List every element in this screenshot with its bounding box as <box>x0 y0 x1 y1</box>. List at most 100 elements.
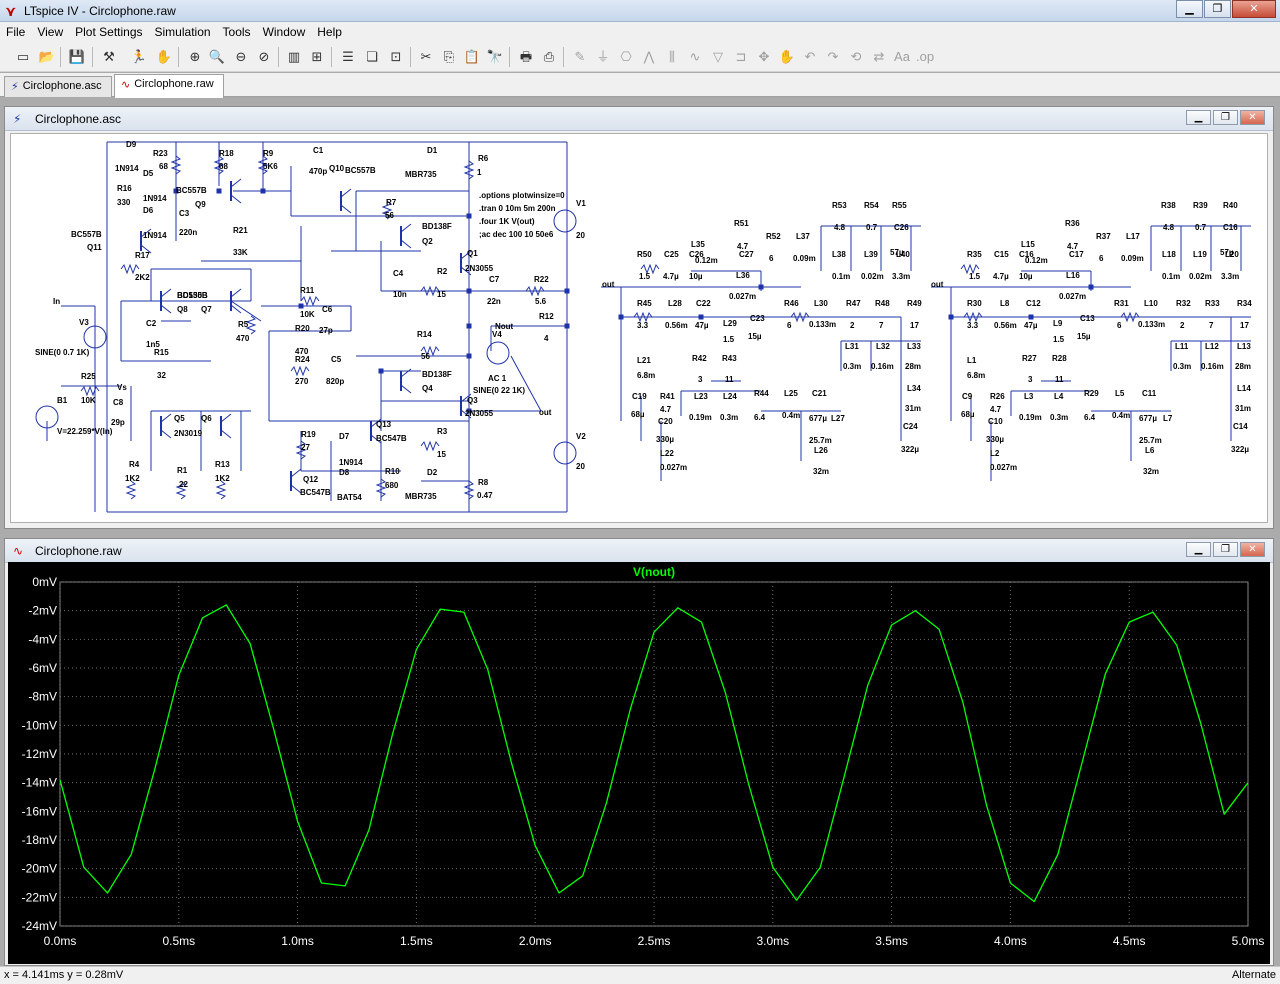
tab-circlophone-asc[interactable]: ⚡ Circlophone.asc <box>4 76 112 97</box>
component-label: C20 <box>658 417 673 426</box>
redo-icon[interactable]: ↷ <box>824 48 842 66</box>
component-label: 1.5 <box>1053 335 1065 344</box>
copy-icon[interactable]: ⎘ <box>440 48 458 66</box>
ground-icon[interactable]: ⏚ <box>594 48 612 66</box>
save-icon[interactable]: 💾 <box>68 48 86 66</box>
component-label: C17 <box>1069 250 1084 259</box>
component-label: R1 <box>177 466 188 475</box>
plot-restore-button[interactable]: ❐ <box>1213 542 1238 557</box>
component-label: C16 <box>1223 223 1238 232</box>
zoom-out-icon[interactable]: ⊖ <box>232 48 250 66</box>
print-preview-icon[interactable]: 🖶 <box>517 48 535 66</box>
component-label: L34 <box>907 384 921 393</box>
schematic-canvas[interactable]: D9 R23 68 R18 68 R9 5K6 C1 470p Q10 BC557B D1 MBR735… <box>10 133 1268 523</box>
resistor-icon[interactable]: ⋀ <box>640 48 658 66</box>
component-label: C12 <box>1026 299 1041 308</box>
junction-dot <box>378 368 384 374</box>
component-label: BC557B <box>71 230 102 239</box>
component-label: R33 <box>1205 299 1220 308</box>
component-label: R10 <box>385 467 400 476</box>
cascade-icon[interactable]: ❏ <box>363 48 381 66</box>
spice-directive: ;ac dec 100 10 50e6 <box>479 230 554 239</box>
maximize-button[interactable]: ❐ <box>1204 0 1231 18</box>
menu-plot-settings[interactable]: Plot Settings <box>69 22 148 42</box>
zoom-cancel-icon[interactable]: ⊘ <box>255 48 273 66</box>
close-button[interactable]: ✕ <box>1232 0 1276 18</box>
component-label: C4 <box>393 269 404 278</box>
component-label: C22 <box>696 299 711 308</box>
x-tick-label: 4.5ms <box>1113 934 1146 948</box>
find-icon[interactable]: 🔭 <box>486 48 504 66</box>
component-icon[interactable]: ⊐ <box>732 48 750 66</box>
new-schematic-icon[interactable]: ▭ <box>14 48 32 66</box>
transistor-symbol <box>340 204 352 214</box>
run-icon[interactable]: 🏃 <box>130 48 148 66</box>
plot-minimize-button[interactable]: ▁ <box>1186 542 1211 557</box>
component-label: R12 <box>539 312 554 321</box>
component-label: 0.4m <box>782 411 800 420</box>
menu-simulation[interactable]: Simulation <box>149 22 217 42</box>
window-title: LTspice IV - Circlophone.raw <box>24 4 176 18</box>
paste-icon[interactable]: 📋 <box>463 48 481 66</box>
capacitor-icon[interactable]: ⫼ <box>663 48 681 66</box>
move-icon[interactable]: ✥ <box>755 48 773 66</box>
component-label: B1 <box>57 396 68 405</box>
plot-close-button[interactable]: ✕ <box>1240 542 1265 557</box>
menu-window[interactable]: Window <box>257 22 312 42</box>
spice-directive-icon[interactable]: .op <box>916 48 934 66</box>
tab-label: Circlophone.raw <box>134 78 214 90</box>
menu-file[interactable]: File <box>0 22 31 42</box>
schematic-minimize-button[interactable]: ▁ <box>1186 110 1211 125</box>
diode-icon[interactable]: ▽ <box>709 48 727 66</box>
component-label: R50 <box>637 250 652 259</box>
label-net-icon[interactable]: ⎔ <box>617 48 635 66</box>
component-label: L33 <box>907 342 921 351</box>
component-label: D2 <box>427 468 438 477</box>
component-label: Q9 <box>195 200 206 209</box>
component-label: L24 <box>723 392 737 401</box>
drag-icon[interactable]: ✋ <box>778 48 796 66</box>
pan-hand-icon[interactable]: ✋ <box>155 48 173 66</box>
zoom-fit-icon[interactable]: ⊞ <box>308 48 326 66</box>
waveform-plot-pane[interactable]: 0.0ms 0.5ms 1.0ms 1.5ms 2.0ms 2.5ms 3.0ms 3.5ms… <box>8 562 1270 964</box>
minimize-button[interactable]: ▁ <box>1176 0 1203 18</box>
component-label: 20 <box>576 231 585 240</box>
rotate-icon[interactable]: ⟲ <box>847 48 865 66</box>
autorange-icon[interactable]: ▥ <box>285 48 303 66</box>
tile-vertical-icon[interactable]: ⊡ <box>387 48 405 66</box>
mirror-icon[interactable]: ⇄ <box>870 48 888 66</box>
component-label: R13 <box>215 460 230 469</box>
menu-tools[interactable]: Tools <box>217 22 257 42</box>
component-label: BD138F <box>422 370 452 379</box>
zoom-in-icon[interactable]: ⊕ <box>186 48 204 66</box>
text-icon[interactable]: Aa <box>893 48 911 66</box>
component-label: R43 <box>722 354 737 363</box>
transistor-symbol <box>230 178 242 188</box>
cut-icon[interactable]: ✂ <box>417 48 435 66</box>
component-label: BAT54 <box>337 493 362 502</box>
open-file-icon[interactable]: 📂 <box>38 48 56 66</box>
tile-horizontal-icon[interactable]: ☰ <box>339 48 357 66</box>
schematic-close-button[interactable]: ✕ <box>1240 110 1265 125</box>
undo-icon[interactable]: ↶ <box>801 48 819 66</box>
resistor-symbol <box>300 295 320 307</box>
component-label: R32 <box>1176 299 1191 308</box>
zoom-area-icon[interactable]: 🔍 <box>208 48 226 66</box>
menu-help[interactable]: Help <box>311 22 348 42</box>
component-label: 10K <box>300 310 315 319</box>
draw-wire-icon[interactable]: ✎ <box>571 48 589 66</box>
component-label: D8 <box>339 468 350 477</box>
component-label: Q3 <box>467 396 478 405</box>
control-panel-icon[interactable]: ⚒ <box>100 48 118 66</box>
component-label: 2 <box>1180 321 1185 330</box>
x-tick-label: 2.5ms <box>638 934 671 948</box>
menu-view[interactable]: View <box>31 22 69 42</box>
y-tick-label: -22mV <box>22 890 57 904</box>
tab-circlophone-raw[interactable]: ∿ Circlophone.raw <box>114 74 224 98</box>
print-icon[interactable]: ⎙ <box>540 48 558 66</box>
schematic-labels: D9R2368R1868R95K6C1470p Q10 BC557BD1MBR735… <box>35 140 1252 502</box>
component-label: 3.3m <box>1221 272 1239 281</box>
schematic-restore-button[interactable]: ❐ <box>1213 110 1238 125</box>
component-label: 4.7µ <box>663 272 679 281</box>
inductor-icon[interactable]: ∿ <box>686 48 704 66</box>
